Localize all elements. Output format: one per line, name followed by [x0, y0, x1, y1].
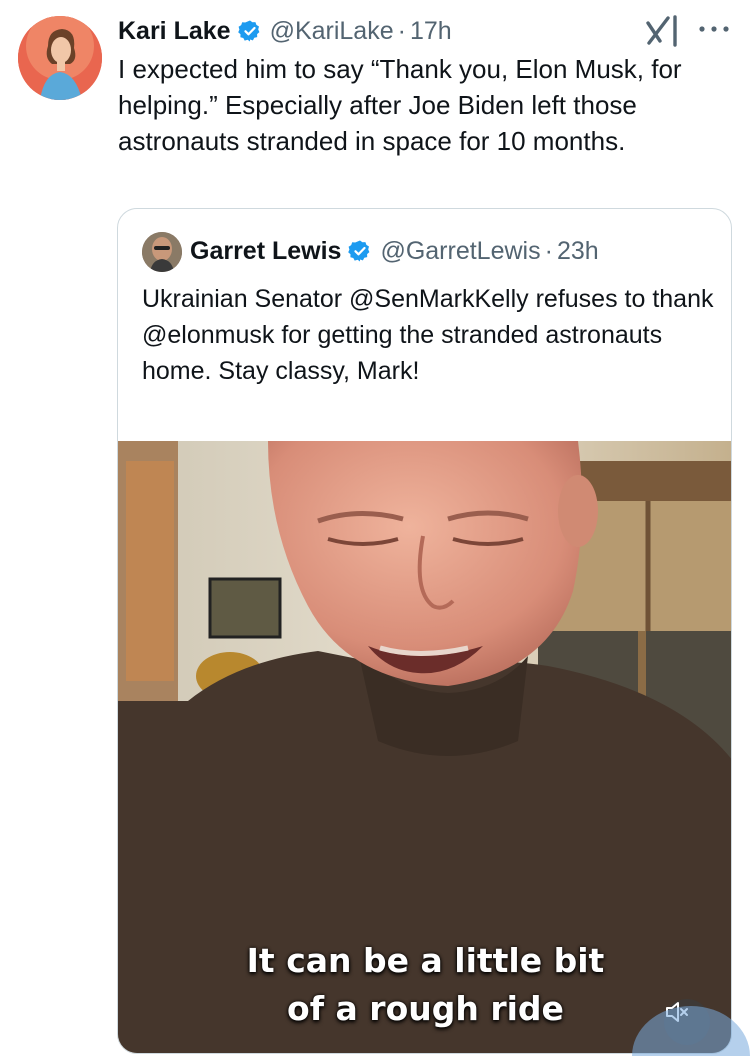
tweet-text: I expected him to say “Thank you, Elon M…: [118, 54, 682, 156]
grok-icon[interactable]: [644, 13, 682, 49]
quoted-author-avatar[interactable]: [142, 232, 182, 272]
author-avatar[interactable]: [18, 16, 102, 100]
quoted-tweet-text: Ukrainian Senator @SenMarkKelly refuses …: [142, 285, 714, 385]
quoted-tweet-header: Garret Lewis @GarretLewis · 23h: [190, 235, 599, 267]
quoted-author-handle[interactable]: @GarretLewis: [380, 237, 540, 266]
more-options-icon[interactable]: [694, 20, 734, 38]
separator-dot: ·: [397, 16, 406, 45]
author-name[interactable]: Kari Lake: [118, 17, 231, 46]
verified-badge-icon[interactable]: [237, 19, 262, 43]
author-handle[interactable]: @KariLake: [270, 17, 394, 46]
separator-dot: ·: [544, 236, 553, 265]
video-caption: It can be a little bit of a rough ride: [118, 937, 731, 1033]
quoted-tweet[interactable]: Garret Lewis @GarretLewis · 23h Ukrainia…: [117, 208, 732, 1054]
caption-line: It can be a little bit: [246, 941, 605, 980]
quoted-tweet-timestamp[interactable]: 23h: [557, 237, 599, 266]
quoted-author-name[interactable]: Garret Lewis: [190, 237, 341, 266]
tweet-header: Kari Lake @KariLake · 17h: [118, 14, 452, 48]
tweet-timestamp[interactable]: 17h: [410, 17, 452, 46]
video-player[interactable]: It can be a little bit of a rough ride: [118, 441, 731, 1053]
tweet[interactable]: Kari Lake @KariLake · 17h I expected him…: [0, 0, 750, 1056]
verified-badge-icon[interactable]: [348, 239, 372, 263]
caption-line: of a rough ride: [287, 989, 564, 1028]
